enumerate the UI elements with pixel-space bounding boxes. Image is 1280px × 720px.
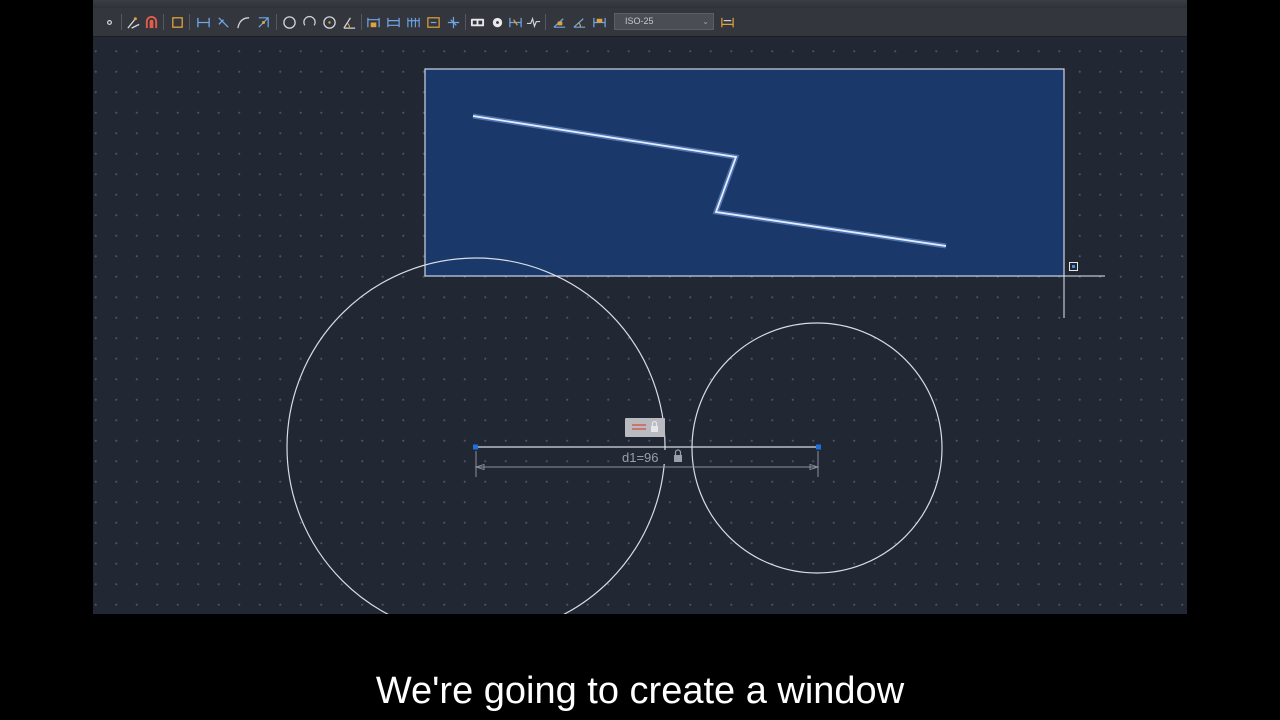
toolbar-separator: [163, 14, 164, 30]
dimension-style-value: ISO-25: [625, 16, 654, 26]
dimension-constraint[interactable]: d1=96: [474, 449, 820, 477]
dimension-continue-icon[interactable]: [425, 14, 441, 30]
point-icon[interactable]: [101, 14, 117, 30]
rectangle-select-icon[interactable]: [169, 14, 185, 30]
dimension-baseline-icon[interactable]: [405, 14, 421, 30]
dimension-style-dropdown[interactable]: ISO-25 ⌄: [614, 13, 714, 30]
large-circle[interactable]: [286, 257, 666, 614]
center-mark-icon[interactable]: [489, 14, 505, 30]
dimension-aligned-icon[interactable]: [385, 14, 401, 30]
cad-application-window: ISO-25 ⌄ d1=96: [93, 0, 1187, 614]
video-subtitle: We're going to create a window: [375, 670, 905, 712]
ellipse-icon[interactable]: [321, 14, 337, 30]
tangent-constraint-icon[interactable]: [235, 14, 251, 30]
window-title-strip: [93, 0, 1187, 8]
crosshair-cursor: [1063, 262, 1105, 318]
dimension-break-icon[interactable]: [507, 14, 523, 30]
toolbar-separator: [361, 14, 362, 30]
tolerance-icon[interactable]: [469, 14, 485, 30]
grip-left[interactable]: [473, 444, 478, 450]
constraint-badge[interactable]: [625, 418, 665, 437]
chevron-down-icon: ⌄: [702, 17, 709, 26]
dimension-toolbar: ISO-25 ⌄: [93, 8, 1187, 37]
angle-icon[interactable]: [341, 14, 357, 30]
dimension-jog-icon[interactable]: [525, 14, 541, 30]
dimension-angular-icon[interactable]: [551, 14, 567, 30]
toolbar-separator: [121, 14, 122, 30]
magnet-snap-icon[interactable]: [143, 14, 159, 30]
toolbar-separator: [189, 14, 190, 30]
drawing-canvas[interactable]: d1=96: [93, 37, 1187, 614]
toolbar-separator: [545, 14, 546, 30]
grip-right[interactable]: [816, 444, 821, 450]
toolbar-separator: [276, 14, 277, 30]
dimension-style-icon[interactable]: [591, 14, 607, 30]
dimension-update-icon[interactable]: [571, 14, 587, 30]
arc-icon[interactable]: [301, 14, 317, 30]
dimension-label: d1=96: [622, 450, 659, 465]
dimension-style-manager-icon[interactable]: [719, 14, 735, 30]
toolbar-separator: [465, 14, 466, 30]
dimension-linear-icon[interactable]: [365, 14, 381, 30]
horizontal-constraint-icon[interactable]: [195, 14, 211, 30]
linear-dimension-icon[interactable]: [125, 14, 141, 30]
circle-icon[interactable]: [281, 14, 297, 30]
dimension-ordinate-icon[interactable]: [445, 14, 461, 30]
coincident-constraint-icon[interactable]: [255, 14, 271, 30]
perpendicular-constraint-icon[interactable]: [215, 14, 231, 30]
window-selection-rectangle: [424, 68, 1065, 277]
